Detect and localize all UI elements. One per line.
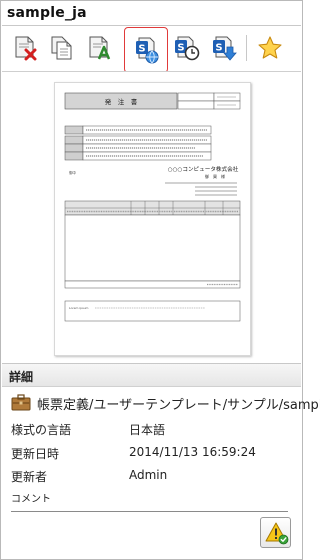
report-path: 帳票定義/ユーザーテンプレート/サンプル/sampl... bbox=[37, 398, 320, 413]
svg-text:御中: 御中 bbox=[69, 170, 76, 175]
panel-title: sample_ja bbox=[7, 5, 87, 21]
preview-doc-title: 発 注 書 bbox=[105, 97, 138, 106]
edit-button[interactable] bbox=[81, 31, 117, 65]
warning-button[interactable] bbox=[260, 517, 291, 548]
preview-footer-note: Lorem ipsum bbox=[69, 306, 89, 310]
download-button[interactable]: S bbox=[205, 31, 241, 65]
title-divider bbox=[2, 25, 301, 26]
briefcase-folder-icon bbox=[11, 394, 31, 411]
preview-area: 発 注 書 御中 ○○○コンピュータ株式会社 御 買 様 Lorem ipsum bbox=[2, 72, 301, 358]
document-thumbnail[interactable]: 発 注 書 御中 ○○○コンピュータ株式会社 御 買 様 Lorem ipsum bbox=[54, 82, 251, 356]
comment-divider bbox=[11, 511, 288, 512]
updated-at-value: 2014/11/13 16:59:24 bbox=[129, 445, 256, 459]
toolbar-separator bbox=[246, 35, 247, 61]
publish-globe-icon: S bbox=[136, 37, 159, 64]
toolbar: S S S bbox=[1, 27, 302, 73]
delete-document-icon bbox=[15, 36, 37, 61]
publish-button[interactable]: S bbox=[124, 27, 168, 73]
updated-by-label: 更新者 bbox=[11, 470, 48, 484]
language-value: 日本語 bbox=[129, 423, 166, 437]
report-path-row: 帳票定義/ユーザーテンプレート/サンプル/sampl... bbox=[11, 393, 320, 413]
details-section-header: 詳細 bbox=[2, 363, 301, 387]
schedule-button[interactable]: S bbox=[167, 31, 203, 65]
report-detail-panel: sample_ja S S S 発 注 書 御中 ○○○コンピュータ株式会社 御… bbox=[0, 0, 320, 560]
svg-text:御 買 様: 御 買 様 bbox=[205, 173, 225, 179]
comment-label: コメント bbox=[11, 494, 51, 505]
favorite-button[interactable] bbox=[251, 31, 287, 65]
preview-company-name: ○○○コンピュータ株式会社 bbox=[168, 165, 239, 173]
download-arrow-icon: S bbox=[213, 36, 237, 61]
svg-text:S: S bbox=[215, 43, 222, 54]
delete-button[interactable] bbox=[7, 31, 43, 65]
updated-by-value: Admin bbox=[129, 468, 168, 482]
updated-at-label: 更新日時 bbox=[11, 447, 60, 461]
svg-text:S: S bbox=[138, 44, 145, 55]
copy-document-icon bbox=[51, 36, 72, 60]
edit-document-icon bbox=[89, 36, 111, 60]
favorite-star-icon bbox=[258, 36, 282, 59]
language-label: 様式の言語 bbox=[11, 423, 72, 437]
purchase-order-preview: 発 注 書 御中 ○○○コンピュータ株式会社 御 買 様 Lorem ipsum bbox=[64, 92, 241, 322]
warning-check-icon bbox=[265, 522, 289, 545]
svg-text:S: S bbox=[177, 43, 184, 54]
details-title: 詳細 bbox=[9, 370, 34, 384]
schedule-clock-icon: S bbox=[175, 36, 200, 61]
copy-button[interactable] bbox=[43, 31, 79, 65]
